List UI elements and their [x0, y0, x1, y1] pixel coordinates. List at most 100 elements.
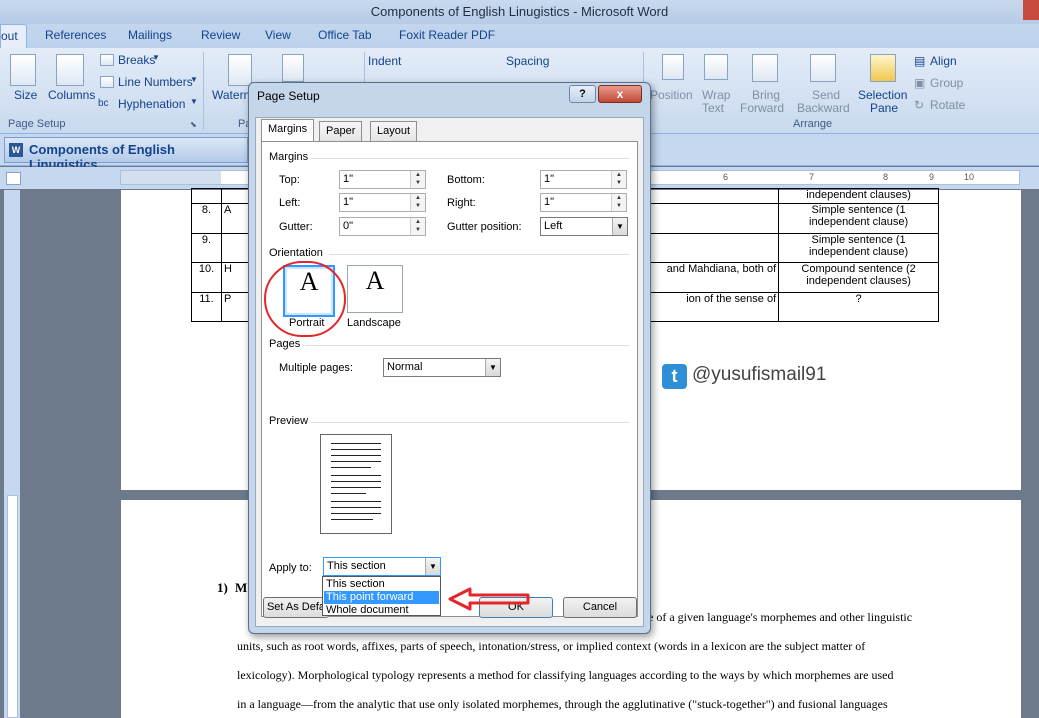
tab-margins[interactable]: Margins	[261, 119, 315, 142]
twitter-icon: t	[662, 364, 687, 389]
page-color-icon	[282, 54, 304, 82]
spacing-label: Spacing	[506, 54, 550, 68]
breaks-button[interactable]: Breaks	[118, 53, 155, 67]
ruler-number: 9	[929, 172, 935, 182]
list-heading: M	[235, 580, 248, 595]
preview-line	[331, 507, 381, 508]
left-margin-field[interactable]: 1" ▲ ▼	[339, 193, 426, 212]
tab-selector-button[interactable]	[6, 172, 21, 185]
vertical-ruler[interactable]	[7, 495, 18, 718]
preview-line	[331, 455, 381, 456]
bottom-margin-field[interactable]: 1" ▲ ▼	[540, 170, 627, 189]
ribbon-tabs: out References Mailings Review View Offi…	[0, 24, 1039, 48]
option-whole-document[interactable]: Whole document	[324, 604, 439, 617]
spinner-arrows-icon[interactable]: ▲ ▼	[410, 194, 425, 211]
ruler-number: 7	[809, 172, 815, 182]
tab-mailings[interactable]: Mailings	[128, 28, 172, 42]
gutter-field[interactable]: 0" ▲ ▼	[339, 217, 426, 236]
table-cell	[191, 188, 222, 204]
top-label: Top:	[279, 174, 300, 186]
chevron-down-icon[interactable]: ▼	[425, 558, 440, 575]
tab-foxit-reader[interactable]: Foxit Reader PDF	[399, 28, 495, 42]
dialog-launcher-icon[interactable]: ⬊	[190, 120, 197, 129]
chevron-down-icon[interactable]: ▼	[612, 218, 627, 235]
tab-layout[interactable]: Layout	[370, 121, 418, 141]
spinner-arrows-icon[interactable]: ▲ ▼	[611, 194, 626, 211]
document-tab[interactable]: W Components of English Linugistics	[4, 137, 248, 172]
option-this-point-forward[interactable]: This point forward	[324, 591, 439, 604]
spinner-arrows-icon[interactable]: ▲ ▼	[410, 171, 425, 188]
left-label: Left:	[279, 197, 301, 209]
gutter-label: Gutter:	[279, 221, 313, 233]
group-separator	[203, 52, 204, 130]
bottom-margin-value: 1"	[544, 173, 555, 185]
gutter-position-select[interactable]: Left ▼	[540, 217, 628, 236]
multiple-pages-label: Multiple pages:	[279, 362, 353, 374]
group-button[interactable]: Group	[930, 76, 963, 90]
preview-line	[331, 481, 381, 482]
tab-office-tab[interactable]: Office Tab	[318, 28, 372, 42]
position-button[interactable]: Position	[650, 88, 693, 102]
apply-to-select[interactable]: This section ▼	[323, 557, 441, 576]
table-cell: 9.	[191, 233, 222, 263]
multiple-pages-select[interactable]: Normal ▼	[383, 358, 501, 377]
align-button[interactable]: Align	[930, 54, 957, 68]
right-margin-field[interactable]: 1" ▲ ▼	[540, 193, 627, 212]
spinner-arrows-icon[interactable]: ▲ ▼	[410, 218, 425, 235]
section-divider	[305, 345, 629, 346]
body-line: units, such as root words, affixes, part…	[237, 639, 866, 653]
set-as-default-button[interactable]: Set As Defa	[263, 597, 329, 618]
list-number: 1)	[217, 580, 228, 595]
columns-button[interactable]: Columns	[48, 88, 95, 102]
line-numbers-button[interactable]: Line Numbers	[118, 75, 193, 89]
selection-pane-button[interactable]: Selection	[858, 88, 907, 102]
chevron-down-icon[interactable]: ▼	[485, 359, 500, 376]
wrap-text-button[interactable]: Wrap	[702, 88, 730, 102]
ruler-number: 6	[723, 172, 729, 182]
twitter-handle: @yusufismail91	[692, 364, 827, 385]
section-divider	[329, 254, 629, 255]
line-numbers-icon	[100, 76, 114, 88]
page-setup-dialog: Page Setup ? x Margins Paper Layout Marg…	[248, 82, 651, 634]
table-cell: ?	[778, 292, 939, 322]
pages-section-title: Pages	[269, 338, 301, 350]
preview-line	[331, 461, 381, 462]
landscape-option[interactable]: A	[347, 265, 403, 313]
page-setup-group-label: Page Setup	[8, 118, 66, 130]
help-button[interactable]: ?	[569, 85, 596, 103]
option-this-section[interactable]: This section	[324, 578, 439, 591]
margins-section-title: Margins	[269, 151, 309, 163]
tab-references[interactable]: References	[45, 28, 106, 42]
size-button[interactable]: Size	[14, 88, 37, 102]
table-cell: Simple sentence (1 independent clause)	[778, 233, 939, 263]
tab-paper[interactable]: Paper	[319, 121, 363, 141]
top-margin-field[interactable]: 1" ▲ ▼	[339, 170, 426, 189]
preview-line	[331, 501, 381, 502]
spinner-arrows-icon[interactable]: ▲ ▼	[611, 171, 626, 188]
chevron-down-icon: ▼	[152, 53, 160, 62]
preview-line	[331, 487, 381, 488]
body-line: e of a given language's morphemes and ot…	[648, 610, 913, 624]
rotate-button[interactable]: Rotate	[930, 98, 965, 112]
gutter-value: 0"	[343, 220, 354, 232]
dialog-title: Page Setup	[257, 89, 320, 103]
indent-label: Indent	[368, 54, 402, 68]
send-backward-button[interactable]: Send	[812, 88, 840, 102]
send-backward-label-2: Backward	[797, 101, 850, 115]
cancel-button[interactable]: Cancel	[563, 597, 637, 618]
table-cell: 10.	[191, 262, 222, 293]
close-button[interactable]: x	[598, 85, 642, 103]
table-cell	[220, 233, 252, 263]
cancel-label: Cancel	[582, 601, 618, 613]
margins-panel	[261, 141, 638, 617]
bring-forward-button[interactable]: Bring	[752, 88, 780, 102]
table-cell: A	[220, 203, 252, 234]
tab-review[interactable]: Review	[201, 28, 240, 42]
tab-view[interactable]: View	[265, 28, 291, 42]
ruler-number: 8	[883, 172, 889, 182]
preview-section-title: Preview	[269, 415, 309, 427]
wrap-text-icon	[704, 54, 728, 80]
tab-page-layout[interactable]: out	[0, 24, 27, 48]
hyphenation-button[interactable]: Hyphenation	[118, 97, 185, 111]
window-close-button[interactable]	[1023, 0, 1039, 20]
